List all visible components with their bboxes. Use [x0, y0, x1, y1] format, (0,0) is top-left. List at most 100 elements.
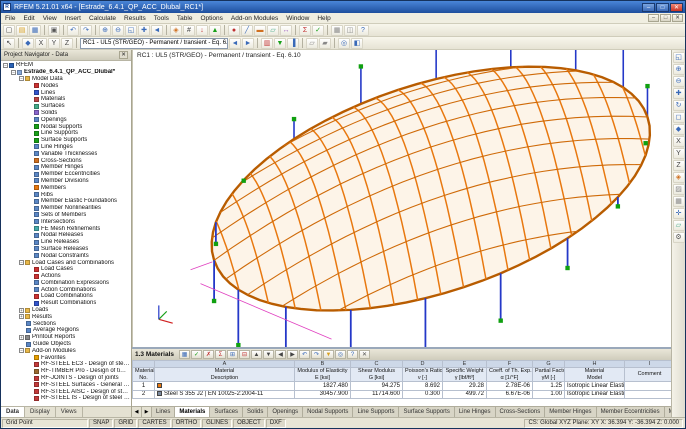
snap-icon[interactable]: ✛	[672, 208, 685, 219]
zoom-in-icon[interactable]: ⊕	[672, 64, 685, 75]
zoom-window-icon[interactable]: ◱	[672, 52, 685, 63]
expand-icon[interactable]: +	[19, 334, 24, 340]
check-icon[interactable]: ✓	[312, 24, 324, 36]
undo-icon[interactable]: ↶	[67, 24, 79, 36]
status-toggle-snap[interactable]: SNAP	[89, 418, 114, 428]
previous-loadcase-icon[interactable]: ◄	[229, 37, 241, 49]
wireframe-icon[interactable]: ▱	[306, 37, 318, 49]
specific-weight-cell[interactable]: 499.72	[442, 389, 487, 399]
maximize-button[interactable]: □	[656, 2, 669, 12]
tree-item-load-combinations[interactable]: Load Combinations	[1, 293, 131, 300]
tree-item-cross-sections[interactable]: Cross-Sections	[1, 157, 131, 164]
tree-item-materials[interactable]: Materials	[1, 96, 131, 103]
model-viewport[interactable]: RC1 : UL5 (STR/GEO) - Permanent / transi…	[132, 50, 671, 347]
help-icon[interactable]: ?	[357, 24, 369, 36]
solid-display-icon[interactable]: ▰	[319, 37, 331, 49]
menu-options[interactable]: Options	[196, 15, 226, 22]
tree-item-line-supports[interactable]: Line Supports	[1, 130, 131, 137]
loadcase-combo[interactable]: RC1 - UL5 (STR/GEO) - Permanent / transi…	[80, 37, 228, 49]
tree-item-line-hinges[interactable]: Line Hinges	[1, 144, 131, 151]
menu-table[interactable]: Table	[173, 15, 197, 22]
collapse-icon[interactable]: −	[11, 69, 16, 75]
table-undo-icon[interactable]: ↶	[299, 350, 311, 359]
show-numbering-icon[interactable]: #	[183, 24, 195, 36]
menu-file[interactable]: File	[1, 15, 19, 22]
full-view-icon[interactable]: ◻	[672, 112, 685, 123]
show-results-icon[interactable]: ▥	[261, 37, 273, 49]
tree-item-action-combinations[interactable]: Action Combinations	[1, 286, 131, 293]
visibility-icon[interactable]: ◎	[338, 37, 350, 49]
expand-icon[interactable]: +	[19, 307, 24, 313]
navigator-tab-views[interactable]: Views	[56, 407, 83, 417]
material-description-cell[interactable]: Steel S 355 J2 | EN 10025-2:2004-11	[154, 389, 295, 399]
shear-modulus-cell[interactable]: 11714.600	[350, 389, 403, 399]
tree-item-rf-steel-ec3-design-of-steel-m[interactable]: RF-STEEL EC3 - Design of steel members a…	[1, 361, 131, 368]
tree-item-ribs[interactable]: Ribs	[1, 191, 131, 198]
isometric-view-icon[interactable]: ◆	[22, 37, 34, 49]
tree-item-nodal-releases[interactable]: Nodal Releases	[1, 232, 131, 239]
next-loadcase-icon[interactable]: ►	[242, 37, 254, 49]
control-panel-icon[interactable]: ▐	[287, 37, 299, 49]
table-tab-materials[interactable]: Materials	[175, 407, 211, 417]
menu-calculate[interactable]: Calculate	[85, 15, 120, 22]
tree-item-member-eccentricities[interactable]: Member Eccentricities	[1, 171, 131, 178]
tree-item-variable-thicknesses[interactable]: Variable Thicknesses	[1, 150, 131, 157]
zoom-out-icon[interactable]: ⊖	[112, 24, 124, 36]
menu-results[interactable]: Results	[120, 15, 150, 22]
zoom-in-icon[interactable]: ⊕	[99, 24, 111, 36]
table-tab-nodal-supports[interactable]: Nodal Supports	[303, 407, 354, 417]
tree-item-intersections[interactable]: Intersections	[1, 218, 131, 225]
tree-item-nodal-constraints[interactable]: Nodal Constraints	[1, 252, 131, 259]
menu-view[interactable]: View	[39, 15, 61, 22]
tree-item-rfem[interactable]: − RFEM	[1, 62, 131, 69]
tree-item-sets-of-members[interactable]: Sets of Members	[1, 212, 131, 219]
table-tab-openings[interactable]: Openings	[268, 407, 304, 417]
navigator-icon[interactable]: ◫	[344, 24, 356, 36]
tree-item-rf-steel-aisc-design-of-steel-[interactable]: RF-STEEL AISC - Design of steel members …	[1, 388, 131, 395]
clipping-icon[interactable]: ◧	[351, 37, 363, 49]
table-list-icon[interactable]: ▦	[179, 350, 191, 359]
table-close-icon[interactable]: ✕	[359, 350, 371, 359]
menu-help[interactable]: Help	[313, 15, 334, 22]
tree-item-actions[interactable]: Actions	[1, 273, 131, 280]
table-row[interactable]: 1 Glulam Timber GL28h | LVS EN 14080:2013…	[132, 381, 671, 391]
tree-item-combination-expressions[interactable]: Combination Expressions	[1, 280, 131, 287]
results-values-icon[interactable]: ▼	[274, 37, 286, 49]
structure-3d-view[interactable]	[133, 50, 671, 347]
partial-factor-cell[interactable]: 1.25	[532, 381, 565, 391]
tree-item-load-cases-and-combinations[interactable]: − Load Cases and Combinations	[1, 259, 131, 266]
zoom-window-icon[interactable]: ◱	[125, 24, 137, 36]
minimize-button[interactable]: –	[642, 2, 655, 12]
collapse-icon[interactable]: −	[19, 348, 24, 354]
previous-view-icon[interactable]: ◄	[151, 24, 163, 36]
table-tab-cross-sections[interactable]: Cross-Sections	[496, 407, 546, 417]
shear-modulus-cell[interactable]: 94.275	[350, 381, 403, 391]
tree-item-guide-objects[interactable]: Guide Objects	[1, 341, 131, 348]
render-icon[interactable]: ▨	[672, 184, 685, 195]
table-delete-row-icon[interactable]: ⊟	[239, 350, 251, 359]
collapse-icon[interactable]: −	[19, 76, 24, 82]
table-tab-surface-supports[interactable]: Surface Supports	[399, 407, 455, 417]
tabs-scroll-left-icon[interactable]: ◀	[132, 407, 142, 417]
modulus-cell[interactable]: 1827.480	[294, 381, 351, 391]
dimension-icon[interactable]: ↔	[280, 24, 292, 36]
table-tab-member-eccentricities[interactable]: Member Eccentricities	[597, 407, 665, 417]
poisson-cell[interactable]: 0.300	[402, 389, 443, 399]
tree-item-model-data[interactable]: − Model Data	[1, 76, 131, 83]
calculate-icon[interactable]: Σ	[299, 24, 311, 36]
table-row[interactable]: 2 Steel S 355 J2 | EN 10025-2:2004-11 3045…	[132, 389, 671, 399]
settings-icon[interactable]: ⚙	[672, 232, 685, 243]
tree-item-fe-mesh-refinements[interactable]: FE Mesh Refinements	[1, 225, 131, 232]
table-redo-icon[interactable]: ↷	[311, 350, 323, 359]
save-icon[interactable]: ▦	[29, 24, 41, 36]
material-model-cell[interactable]: Isotropic Linear Elastic	[564, 381, 625, 391]
table-help-icon[interactable]: ?	[347, 350, 359, 359]
table-prev-icon[interactable]: ◀	[275, 350, 287, 359]
navigator-tab-display[interactable]: Display	[25, 407, 56, 417]
navigator-tab-data[interactable]: Data	[1, 407, 26, 417]
table-down-icon[interactable]: ▼	[263, 350, 275, 359]
tabs-scroll-right-icon[interactable]: ▶	[142, 407, 152, 417]
table-up-icon[interactable]: ▲	[251, 350, 263, 359]
tree-item-openings[interactable]: Openings	[1, 116, 131, 123]
tree-item-solids[interactable]: Solids	[1, 110, 131, 117]
